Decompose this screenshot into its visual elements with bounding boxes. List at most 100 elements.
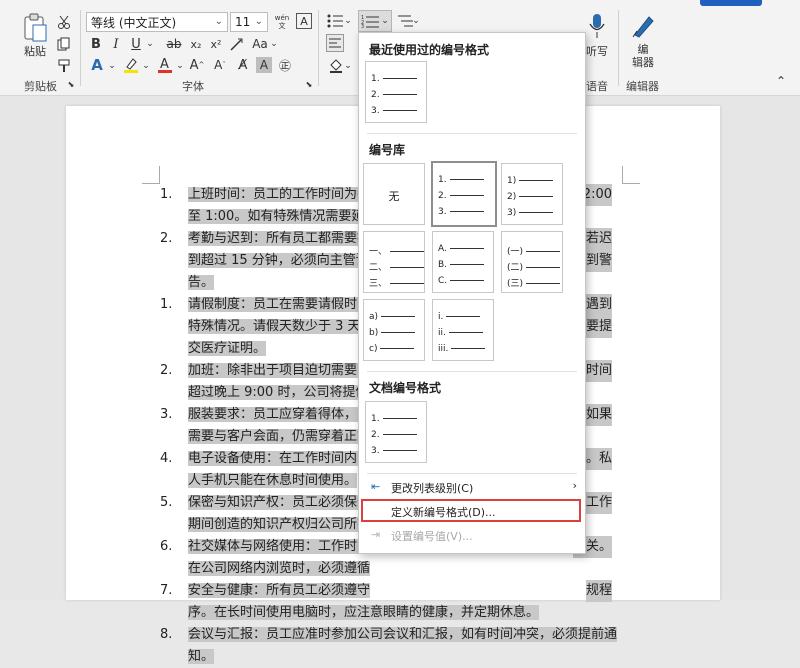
character-border-icon[interactable]: A <box>296 13 312 29</box>
highlight-color-icon[interactable] <box>122 56 140 74</box>
change-case-icon[interactable]: Aa <box>252 36 268 52</box>
set-numbering-value-label: 设置编号值(V)... <box>391 530 473 543</box>
tile-line: 2) <box>507 192 554 202</box>
tile-line: c) <box>369 344 415 354</box>
bullets-icon[interactable] <box>326 12 344 30</box>
format-1-dot-tile[interactable]: 1. 2. 3. <box>431 161 497 227</box>
paste-icon[interactable] <box>20 12 50 44</box>
tile-line: b) <box>369 328 416 338</box>
shading-icon[interactable] <box>328 58 344 74</box>
chevron-down-icon[interactable]: ⌄ <box>344 14 352 28</box>
share-button[interactable] <box>700 0 762 6</box>
crop-mark <box>142 166 160 184</box>
change-list-level-item[interactable]: ⇤ 更改列表级别(C) › <box>361 476 583 498</box>
selected-text: 若迟 <box>585 228 612 250</box>
tile-line-bar <box>449 211 484 212</box>
chevron-down-icon[interactable]: ⌄ <box>108 58 116 74</box>
tile-number: 二、 <box>369 263 388 273</box>
crop-mark <box>622 166 640 184</box>
align-left-icon[interactable] <box>326 34 344 52</box>
format-chinese-paren-tile[interactable]: (一) (二) (三) <box>501 231 563 293</box>
list-item-line: 会议与汇报：员工应准时参加公司会议和汇报，如有时间冲突，必须提前通知。 <box>188 624 620 668</box>
chevron-down-icon[interactable]: ⌄ <box>270 36 278 52</box>
font-name-combo[interactable]: 等线 (中文正文) ⌄ <box>86 12 228 32</box>
list-item[interactable]: 8. 会议与汇报：员工应准时参加公司会议和汇报，如有时间冲突，必须提前通知。 <box>160 624 620 664</box>
shrink-font-icon[interactable]: Aˇ <box>210 56 230 74</box>
clear-formatting-icon[interactable]: A̸ <box>234 56 252 74</box>
italic-icon[interactable]: I <box>108 36 124 52</box>
subscript-icon[interactable]: x₂ <box>188 36 204 52</box>
font-size-combo[interactable]: 11 ⌄ <box>230 12 268 32</box>
list-number: 1. <box>160 297 173 312</box>
font-color-icon[interactable]: A <box>156 55 174 75</box>
copy-icon[interactable] <box>56 36 72 52</box>
collapse-ribbon-icon[interactable]: ⌃ <box>774 74 788 88</box>
chevron-down-icon[interactable]: ⌄ <box>146 36 154 52</box>
chevron-down-icon[interactable]: ⌄ <box>142 58 150 74</box>
grow-font-icon[interactable]: A ^ <box>186 56 208 74</box>
list-number: 6. <box>160 539 173 554</box>
format-1-paren-tile[interactable]: 1) 2) 3) <box>501 163 563 225</box>
paste-button[interactable]: 粘贴 <box>18 44 52 58</box>
selected-text: 交医疗证明。 <box>188 341 267 356</box>
format-upper-alpha-tile[interactable]: A. B. C. <box>432 231 494 293</box>
tile-number: 1. <box>371 74 380 84</box>
tile-line-bar <box>381 316 416 317</box>
character-shading-icon[interactable]: A <box>256 57 272 73</box>
tile-line-bar <box>390 267 425 268</box>
format-painter-icon[interactable] <box>56 58 72 74</box>
list-item-line: 序。在长时间使用电脑时，应注意眼睛的健康，并定期休息。 <box>188 602 620 624</box>
list-item-line: 安全与健康：所有员工必须遵守 规程 <box>188 580 620 602</box>
tile-number: C. <box>438 276 448 286</box>
underline-icon[interactable]: U <box>128 36 144 52</box>
chevron-down-icon: ⌄ <box>214 16 223 27</box>
tile-number: 一、 <box>369 247 388 257</box>
list-level-icon: ⇤ <box>371 480 381 493</box>
text-effects-icon[interactable] <box>228 36 244 52</box>
tile-line-bar <box>382 110 417 111</box>
tile-line-bar <box>450 280 485 281</box>
format-lower-roman-tile[interactable]: i. ii. iii. <box>432 299 494 361</box>
dictate-button[interactable]: 听写 <box>584 44 610 58</box>
superscript-icon[interactable]: x² <box>208 36 224 52</box>
tile-number: 3. <box>371 446 380 456</box>
format-none-tile[interactable]: 无 <box>363 163 425 225</box>
font-name-value: 等线 (中文正文) <box>91 15 177 30</box>
tile-line-bar <box>390 251 425 252</box>
selected-text: 期间创造的知识产权归公司所有 <box>188 517 371 532</box>
tile-line: 三、 <box>369 276 425 289</box>
dictate-icon[interactable] <box>586 12 608 40</box>
bold-icon[interactable]: B <box>88 36 104 52</box>
tile-line-bar <box>446 316 481 317</box>
tile-line-bar <box>390 283 425 284</box>
tile-line-bar <box>380 348 415 349</box>
chevron-down-icon[interactable]: ⌄ <box>412 14 420 28</box>
text-effect-icon[interactable]: A <box>88 56 106 74</box>
selected-text: 告。 <box>188 275 215 290</box>
set-numbering-value-item[interactable]: ⇥ 设置编号值(V)... <box>361 524 583 546</box>
font-launcher-icon[interactable]: ⬊ <box>304 79 314 89</box>
tile-line: 2. <box>371 90 417 100</box>
tile-number: b) <box>369 328 379 338</box>
enclose-characters-icon[interactable]: ㊣ <box>276 56 294 74</box>
format-lower-alpha-tile[interactable]: a) b) c) <box>363 299 425 361</box>
chevron-down-icon[interactable]: ⌄ <box>344 58 352 74</box>
editor-icon[interactable] <box>630 12 656 40</box>
numbering-button[interactable]: 1 2 3 ⌄ <box>358 10 392 32</box>
format-chinese-tile[interactable]: 一、 二、 三、 <box>363 231 425 293</box>
tile-line: a) <box>369 312 416 322</box>
chevron-down-icon[interactable]: ⌄ <box>176 58 184 74</box>
document-number-format-tile[interactable]: 1. 2. 3. <box>365 401 427 463</box>
selected-text: 超过晚上 9:00 时，公司将提供晚 <box>188 385 382 400</box>
tile-line: 2. <box>438 191 484 201</box>
tile-line: 3) <box>507 208 554 218</box>
list-item[interactable]: 7. 安全与健康：所有员工必须遵守 规程 序。在长时间使用电脑时，应注意眼睛的健康，并… <box>160 580 620 624</box>
clipboard-launcher-icon[interactable]: ⬊ <box>66 79 76 89</box>
editor-button[interactable]: 编 辑器 <box>626 42 660 70</box>
tile-number: 1. <box>438 175 447 185</box>
strikethrough-icon[interactable]: ab <box>164 36 184 52</box>
chevron-right-icon: › <box>572 479 577 492</box>
cut-icon[interactable] <box>56 14 72 30</box>
phonetic-guide-button[interactable]: wén 文 <box>272 11 292 33</box>
recent-number-format-tile[interactable]: 1. 2. 3. <box>365 61 427 123</box>
